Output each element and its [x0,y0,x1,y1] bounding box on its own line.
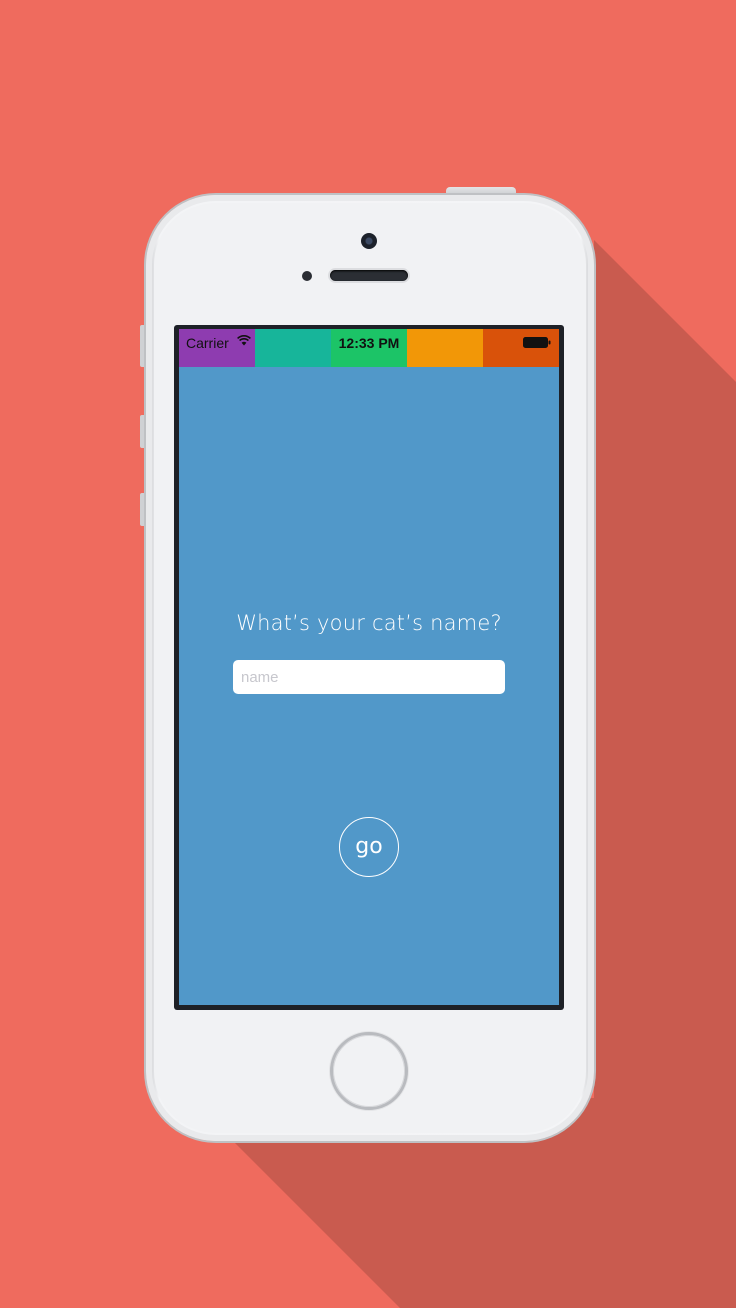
front-camera-icon [361,233,377,249]
app-screen: Carrier 12:33 PM What’s your cat’s name?… [179,329,559,1005]
clock-time: 12:33 PM [338,335,400,351]
cat-name-input[interactable] [233,660,505,694]
home-button[interactable] [330,1032,408,1110]
go-button[interactable]: go [339,817,399,877]
earpiece-speaker [330,270,408,281]
battery-icon [523,337,551,348]
proximity-sensor [302,271,312,281]
cat-name-question: What’s your cat’s name? [236,611,502,635]
status-bar-content: Carrier 12:33 PM [179,329,559,357]
